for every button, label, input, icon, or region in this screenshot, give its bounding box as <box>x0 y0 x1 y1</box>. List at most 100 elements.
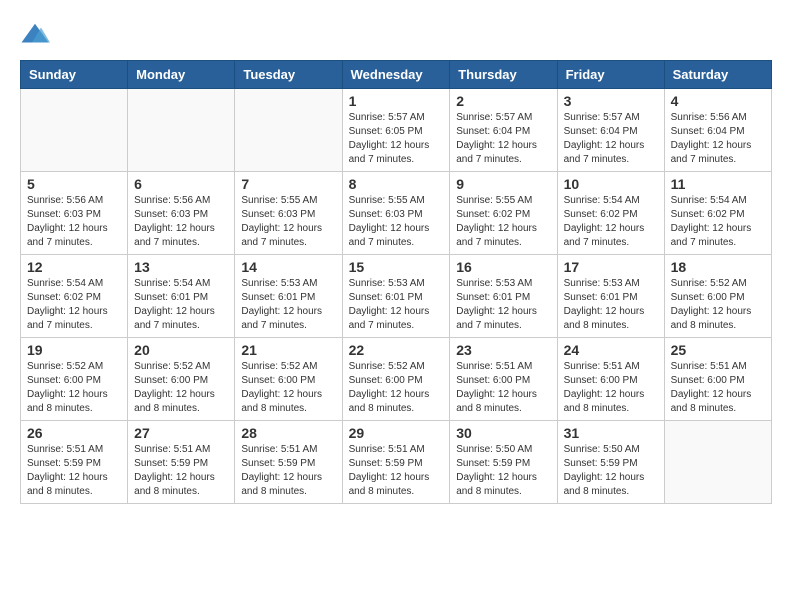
day-info: Sunrise: 5:57 AM Sunset: 6:04 PM Dayligh… <box>564 111 658 167</box>
day-info: Sunrise: 5:54 AM Sunset: 6:02 PM Dayligh… <box>671 194 765 250</box>
day-number: 27 <box>134 425 228 441</box>
day-info: Sunrise: 5:54 AM Sunset: 6:02 PM Dayligh… <box>564 194 658 250</box>
day-number: 7 <box>241 176 335 192</box>
day-header-tuesday: Tuesday <box>235 61 342 89</box>
day-cell: 15Sunrise: 5:53 AM Sunset: 6:01 PM Dayli… <box>342 255 450 338</box>
day-info: Sunrise: 5:52 AM Sunset: 6:00 PM Dayligh… <box>671 277 765 333</box>
day-number: 23 <box>456 342 550 358</box>
day-number: 1 <box>349 93 444 109</box>
day-info: Sunrise: 5:52 AM Sunset: 6:00 PM Dayligh… <box>27 360 121 416</box>
week-row-4: 19 Sunrise: 5:52 AM Sunset: 6:00 PM Dayli… <box>21 338 772 421</box>
week-row-5: 26 Sunrise: 5:51 AM Sunset: 5:59 PM Dayli… <box>21 421 772 504</box>
day-number: 5 <box>27 176 121 192</box>
day-info: Sunrise: 5:51 AM Sunset: 6:00 PM Dayligh… <box>564 360 658 416</box>
day-cell: 28Sunrise: 5:51 AM Sunset: 5:59 PM Dayli… <box>235 421 342 504</box>
day-number: 2 <box>456 93 550 109</box>
day-headers: SundayMondayTuesdayWednesdayThursdayFrid… <box>21 61 772 89</box>
day-cell: 8 Sunrise: 5:55 AM Sunset: 6:03 PM Daylig… <box>342 172 450 255</box>
day-info: Sunrise: 5:51 AM Sunset: 6:00 PM Dayligh… <box>671 360 765 416</box>
day-cell <box>21 89 128 172</box>
day-number: 30 <box>456 425 550 441</box>
day-cell: 20 Sunrise: 5:52 AM Sunset: 6:00 PM Dayli… <box>128 338 235 421</box>
day-cell: 11 Sunrise: 5:54 AM Sunset: 6:02 PM Dayli… <box>664 172 771 255</box>
day-cell: 27 Sunrise: 5:51 AM Sunset: 5:59 PM Dayli… <box>128 421 235 504</box>
day-info: Sunrise: 5:53 AM Sunset: 6:01 PM Dayligh… <box>564 277 658 333</box>
day-header-wednesday: Wednesday <box>342 61 450 89</box>
day-cell <box>235 89 342 172</box>
day-number: 9 <box>456 176 550 192</box>
day-number: 18 <box>671 259 765 275</box>
day-info: Sunrise: 5:50 AM Sunset: 5:59 PM Dayligh… <box>456 443 550 499</box>
day-number: 15 <box>349 259 444 275</box>
day-cell: 30 Sunrise: 5:50 AM Sunset: 5:59 PM Dayli… <box>450 421 557 504</box>
day-info: Sunrise: 5:57 AM Sunset: 6:05 PM Dayligh… <box>349 111 444 167</box>
day-info: Sunrise: 5:51 AM Sunset: 5:59 PM Dayligh… <box>27 443 121 499</box>
day-cell: 17 Sunrise: 5:53 AM Sunset: 6:01 PM Dayli… <box>557 255 664 338</box>
day-info: Sunrise: 5:55 AM Sunset: 6:03 PM Dayligh… <box>241 194 335 250</box>
day-cell: 22Sunrise: 5:52 AM Sunset: 6:00 PM Dayli… <box>342 338 450 421</box>
day-cell: 3Sunrise: 5:57 AM Sunset: 6:04 PM Daylig… <box>557 89 664 172</box>
day-number: 29 <box>349 425 444 441</box>
day-cell: 9 Sunrise: 5:55 AM Sunset: 6:02 PM Daylig… <box>450 172 557 255</box>
day-info: Sunrise: 5:52 AM Sunset: 6:00 PM Dayligh… <box>349 360 444 416</box>
day-info: Sunrise: 5:57 AM Sunset: 6:04 PM Dayligh… <box>456 111 550 167</box>
day-number: 21 <box>241 342 335 358</box>
day-cell: 25 Sunrise: 5:51 AM Sunset: 6:00 PM Dayli… <box>664 338 771 421</box>
day-info: Sunrise: 5:55 AM Sunset: 6:02 PM Dayligh… <box>456 194 550 250</box>
day-cell: 1 Sunrise: 5:57 AM Sunset: 6:05 PM Daylig… <box>342 89 450 172</box>
day-cell: 13 Sunrise: 5:54 AM Sunset: 6:01 PM Dayli… <box>128 255 235 338</box>
day-number: 26 <box>27 425 121 441</box>
day-header-monday: Monday <box>128 61 235 89</box>
day-info: Sunrise: 5:51 AM Sunset: 5:59 PM Dayligh… <box>241 443 335 499</box>
day-cell: 6Sunrise: 5:56 AM Sunset: 6:03 PM Daylig… <box>128 172 235 255</box>
day-cell: 21Sunrise: 5:52 AM Sunset: 6:00 PM Dayli… <box>235 338 342 421</box>
day-cell: 29Sunrise: 5:51 AM Sunset: 5:59 PM Dayli… <box>342 421 450 504</box>
day-cell: 31 Sunrise: 5:50 AM Sunset: 5:59 PM Dayli… <box>557 421 664 504</box>
day-info: Sunrise: 5:56 AM Sunset: 6:04 PM Dayligh… <box>671 111 765 167</box>
week-row-3: 12Sunrise: 5:54 AM Sunset: 6:02 PM Dayli… <box>21 255 772 338</box>
day-header-sunday: Sunday <box>21 61 128 89</box>
day-info: Sunrise: 5:52 AM Sunset: 6:00 PM Dayligh… <box>134 360 228 416</box>
day-number: 8 <box>349 176 444 192</box>
day-info: Sunrise: 5:51 AM Sunset: 6:00 PM Dayligh… <box>456 360 550 416</box>
day-info: Sunrise: 5:51 AM Sunset: 5:59 PM Dayligh… <box>134 443 228 499</box>
day-number: 13 <box>134 259 228 275</box>
day-number: 24 <box>564 342 658 358</box>
day-cell: 7 Sunrise: 5:55 AM Sunset: 6:03 PM Daylig… <box>235 172 342 255</box>
day-number: 19 <box>27 342 121 358</box>
day-cell: 16 Sunrise: 5:53 AM Sunset: 6:01 PM Dayli… <box>450 255 557 338</box>
logo <box>20 20 54 50</box>
day-info: Sunrise: 5:54 AM Sunset: 6:01 PM Dayligh… <box>134 277 228 333</box>
day-number: 14 <box>241 259 335 275</box>
day-cell: 23 Sunrise: 5:51 AM Sunset: 6:00 PM Dayli… <box>450 338 557 421</box>
day-cell <box>128 89 235 172</box>
day-number: 10 <box>564 176 658 192</box>
calendar-table: SundayMondayTuesdayWednesdayThursdayFrid… <box>20 60 772 504</box>
day-cell: 18 Sunrise: 5:52 AM Sunset: 6:00 PM Dayli… <box>664 255 771 338</box>
day-number: 31 <box>564 425 658 441</box>
day-number: 17 <box>564 259 658 275</box>
day-cell: 14Sunrise: 5:53 AM Sunset: 6:01 PM Dayli… <box>235 255 342 338</box>
day-number: 25 <box>671 342 765 358</box>
day-header-saturday: Saturday <box>664 61 771 89</box>
day-info: Sunrise: 5:56 AM Sunset: 6:03 PM Dayligh… <box>27 194 121 250</box>
day-cell: 2 Sunrise: 5:57 AM Sunset: 6:04 PM Daylig… <box>450 89 557 172</box>
week-row-1: 1 Sunrise: 5:57 AM Sunset: 6:05 PM Daylig… <box>21 89 772 172</box>
day-cell: 26 Sunrise: 5:51 AM Sunset: 5:59 PM Dayli… <box>21 421 128 504</box>
day-header-thursday: Thursday <box>450 61 557 89</box>
day-number: 11 <box>671 176 765 192</box>
day-cell: 10 Sunrise: 5:54 AM Sunset: 6:02 PM Dayli… <box>557 172 664 255</box>
day-cell: 19 Sunrise: 5:52 AM Sunset: 6:00 PM Dayli… <box>21 338 128 421</box>
day-number: 6 <box>134 176 228 192</box>
day-cell: 24 Sunrise: 5:51 AM Sunset: 6:00 PM Dayli… <box>557 338 664 421</box>
day-info: Sunrise: 5:50 AM Sunset: 5:59 PM Dayligh… <box>564 443 658 499</box>
day-cell: 12Sunrise: 5:54 AM Sunset: 6:02 PM Dayli… <box>21 255 128 338</box>
day-cell: 4Sunrise: 5:56 AM Sunset: 6:04 PM Daylig… <box>664 89 771 172</box>
day-info: Sunrise: 5:54 AM Sunset: 6:02 PM Dayligh… <box>27 277 121 333</box>
day-info: Sunrise: 5:53 AM Sunset: 6:01 PM Dayligh… <box>456 277 550 333</box>
header <box>20 20 772 50</box>
day-info: Sunrise: 5:55 AM Sunset: 6:03 PM Dayligh… <box>349 194 444 250</box>
logo-icon <box>20 20 50 50</box>
day-number: 20 <box>134 342 228 358</box>
day-number: 16 <box>456 259 550 275</box>
